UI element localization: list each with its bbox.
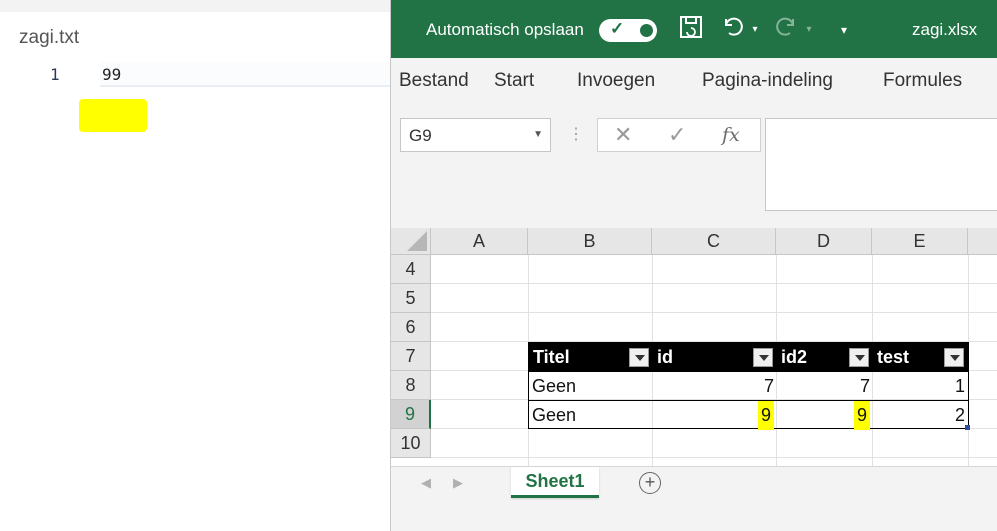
- file-name: zagi.xlsx: [912, 20, 978, 39]
- highlighted-value: 9: [853, 401, 870, 430]
- formula-buttons: ✕ ✓ fx: [597, 118, 761, 152]
- save-icon[interactable]: [677, 14, 705, 46]
- name-box-value: G9: [409, 126, 432, 145]
- insert-function-icon[interactable]: fx: [722, 124, 740, 146]
- undo-dropdown-icon[interactable]: ▾: [749, 14, 761, 46]
- chevron-down-icon[interactable]: ▼: [533, 129, 543, 140]
- sheet-tab-sheet1[interactable]: Sheet1: [511, 467, 599, 498]
- tab-invoegen[interactable]: Invoegen: [577, 70, 655, 92]
- column-header-d[interactable]: D: [776, 228, 872, 255]
- table-header-cell[interactable]: id: [653, 343, 777, 372]
- redo-icon[interactable]: [774, 14, 798, 46]
- redo-dropdown-icon[interactable]: ▾: [803, 14, 815, 46]
- yellow-highlight-mark: [79, 99, 147, 132]
- add-sheet-button[interactable]: +: [639, 472, 661, 494]
- spreadsheet-grid[interactable]: A B C D E 4 5 6 7 8 9 10 Titel id id2 te…: [391, 228, 997, 466]
- name-box[interactable]: G9 ▼: [400, 118, 551, 152]
- table-cell[interactable]: 9: [777, 401, 873, 430]
- editor-file-title[interactable]: zagi.txt: [19, 27, 79, 49]
- line-content[interactable]: 99: [100, 62, 392, 87]
- table-cell[interactable]: 7: [653, 372, 777, 401]
- editor-top-bar: [0, 0, 392, 12]
- sheet-tab-bar: ◀ ▶ Sheet1 +: [391, 466, 997, 531]
- toggle-knob: [640, 24, 653, 37]
- table-cell[interactable]: Geen: [529, 372, 653, 401]
- row-header-6[interactable]: 6: [391, 313, 431, 342]
- tab-pagina-indeling[interactable]: Pagina-indeling: [702, 70, 833, 92]
- enter-check-icon[interactable]: ✓: [668, 122, 686, 148]
- row-header-10[interactable]: 10: [391, 429, 431, 458]
- line-number: 1: [50, 65, 60, 84]
- column-header-f[interactable]: [968, 228, 997, 255]
- table-cell[interactable]: Geen: [529, 401, 653, 430]
- column-header-c[interactable]: C: [652, 228, 776, 255]
- row-header-9[interactable]: 9: [391, 400, 431, 429]
- ribbon-tabs: Bestand Start Invoegen Pagina-indeling F…: [391, 58, 997, 102]
- table-cell[interactable]: 1: [873, 372, 968, 401]
- filter-dropdown-icon[interactable]: [849, 348, 869, 367]
- filter-dropdown-icon[interactable]: [944, 348, 964, 367]
- excel-window: Automatisch opslaan ✓ ▾ ▾ ▾ zagi.xlsx Be…: [390, 0, 997, 531]
- grid-line: [431, 457, 997, 458]
- grid-line: [431, 283, 997, 284]
- table-cell[interactable]: 7: [777, 372, 873, 401]
- editor-line[interactable]: 1 99: [0, 61, 392, 87]
- tab-bestand[interactable]: Bestand: [399, 70, 469, 92]
- table-header-cell[interactable]: Titel: [529, 343, 653, 372]
- scroll-left-icon[interactable]: ◀: [421, 475, 431, 491]
- table-resize-handle[interactable]: [965, 425, 970, 430]
- table-cell[interactable]: 9: [653, 401, 777, 430]
- formula-input[interactable]: [765, 118, 997, 211]
- scroll-right-icon[interactable]: ▶: [453, 475, 463, 491]
- column-header-a[interactable]: A: [431, 228, 528, 255]
- customize-qat-icon[interactable]: ▾: [837, 14, 851, 46]
- grip-icon: ⋮: [568, 126, 584, 143]
- row-header-8[interactable]: 8: [391, 371, 431, 400]
- excel-table[interactable]: Titel id id2 test Geen 7 7 1 Geen 9 9 2: [528, 342, 969, 430]
- sheet-tab-label: Sheet1: [525, 471, 585, 491]
- check-icon: ✓: [610, 19, 625, 38]
- table-header-cell[interactable]: test: [873, 343, 968, 372]
- filter-dropdown-icon[interactable]: [629, 348, 649, 367]
- formula-bar-area: G9 ▼ ⋮ ✕ ✓ fx: [391, 102, 997, 230]
- title-bar: Automatisch opslaan ✓ ▾ ▾ ▾ zagi.xlsx: [391, 0, 997, 58]
- autosave-toggle[interactable]: ✓: [599, 19, 657, 42]
- column-header-e[interactable]: E: [872, 228, 968, 255]
- header-label: Titel: [533, 347, 570, 367]
- grid-line: [431, 312, 997, 313]
- table-header-cell[interactable]: id2: [777, 343, 873, 372]
- tab-start[interactable]: Start: [494, 70, 534, 92]
- header-label: id: [657, 347, 673, 367]
- filter-dropdown-icon[interactable]: [753, 348, 773, 367]
- header-label: test: [877, 347, 910, 367]
- undo-icon[interactable]: [721, 14, 745, 46]
- column-header-b[interactable]: B: [528, 228, 652, 255]
- autosave-label: Automatisch opslaan: [426, 20, 584, 39]
- text-editor-window: zagi.txt 1 99: [0, 0, 392, 531]
- table-cell[interactable]: 2: [873, 401, 968, 430]
- row-header-4[interactable]: 4: [391, 255, 431, 284]
- highlighted-value: 9: [757, 401, 774, 430]
- row-header-7[interactable]: 7: [391, 342, 431, 371]
- row-header-5[interactable]: 5: [391, 284, 431, 313]
- header-label: id2: [781, 347, 808, 367]
- select-all-button[interactable]: [391, 228, 431, 255]
- tab-formules[interactable]: Formules: [883, 70, 962, 92]
- cancel-icon[interactable]: ✕: [614, 122, 632, 148]
